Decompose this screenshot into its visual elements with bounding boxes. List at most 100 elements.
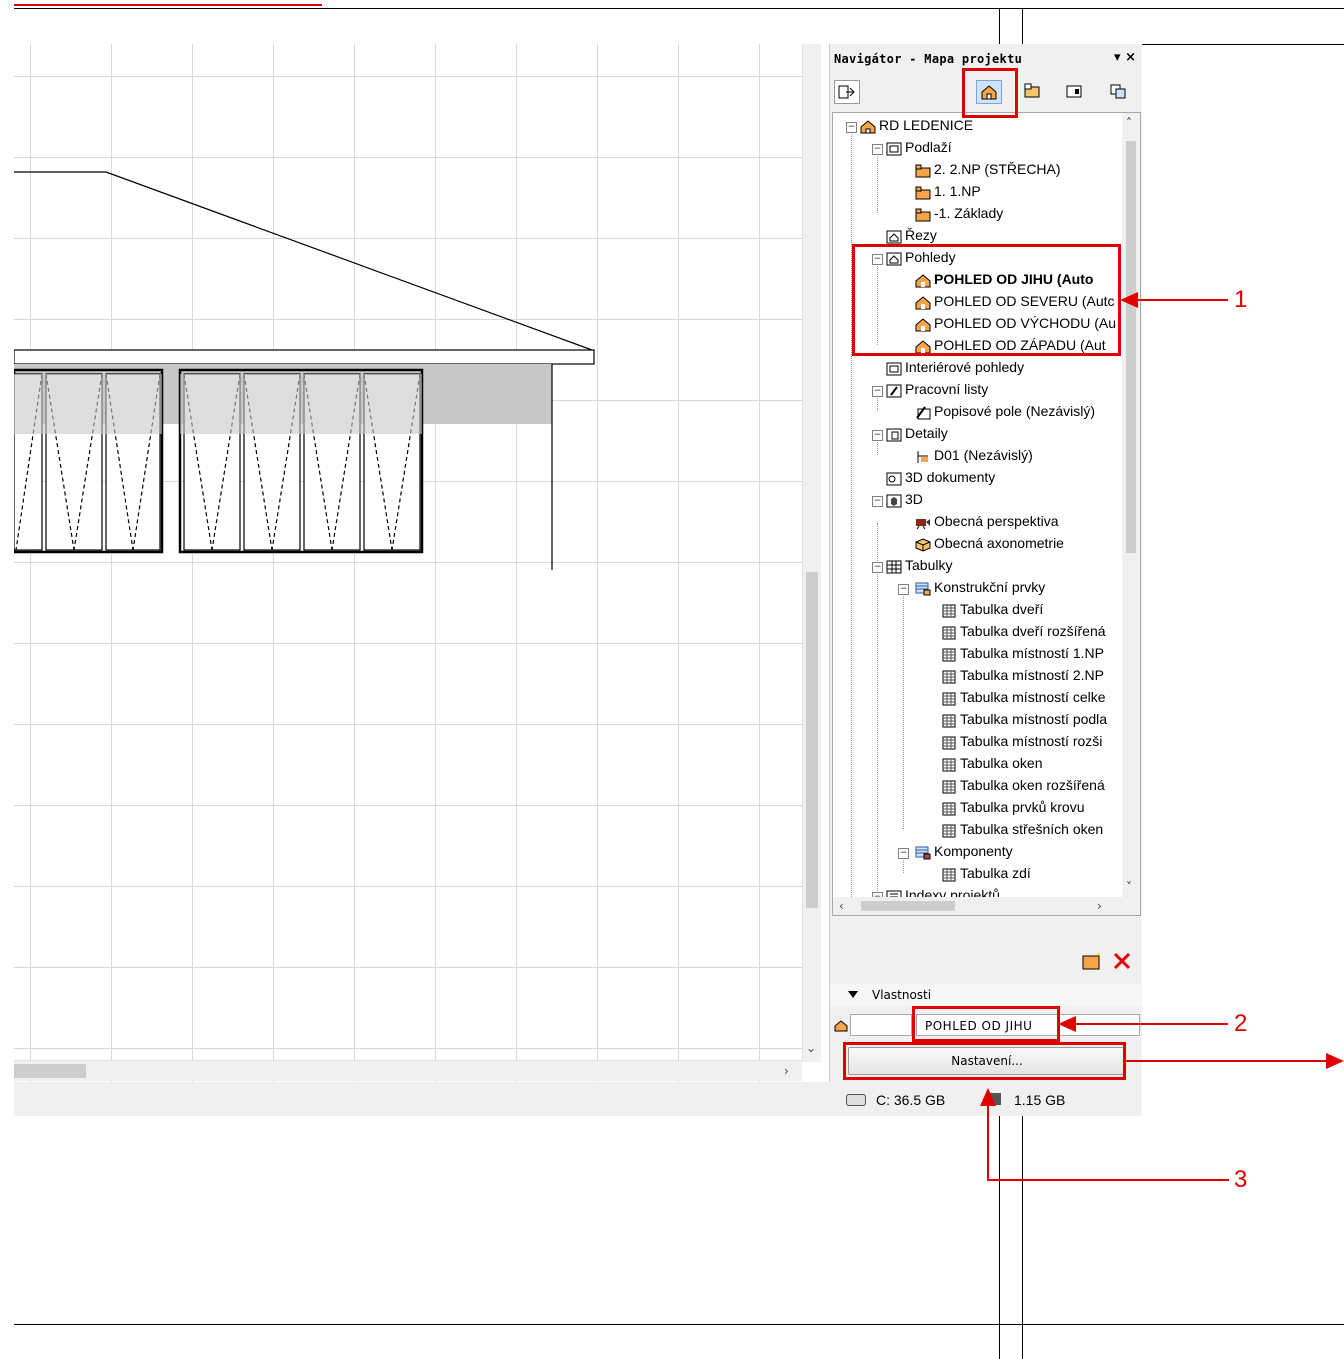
tree-node-konstrukcni-prvky[interactable]: Konstrukční prvky bbox=[915, 575, 1045, 597]
page-frame-vertical-line-4 bbox=[1022, 1116, 1023, 1359]
tree-node-schedule[interactable]: Tabulka zdí bbox=[941, 861, 1031, 883]
table-icon bbox=[941, 712, 957, 728]
table-icon bbox=[941, 756, 957, 772]
table-icon bbox=[941, 646, 957, 662]
worksheet-icon bbox=[886, 382, 902, 398]
tree-horizontal-scroll-thumb[interactable] bbox=[861, 901, 955, 911]
navigator-title: Navigátor - Mapa projektu bbox=[834, 52, 1023, 66]
tree-node-schedule[interactable]: Tabulka místností rozši bbox=[941, 729, 1102, 751]
scroll-left-arrow-icon[interactable]: ‹ bbox=[839, 900, 844, 912]
canvas-horizontal-scrollbar[interactable]: › bbox=[14, 1060, 802, 1081]
highlight-name-field bbox=[912, 1006, 1060, 1042]
properties-header[interactable]: Vlastnosti bbox=[830, 984, 1142, 1006]
tree-node-story[interactable]: 1. 1.NP bbox=[915, 179, 981, 201]
callout-arrowhead-2 bbox=[1058, 1016, 1076, 1032]
canvas-horizontal-scroll-thumb[interactable] bbox=[14, 1064, 86, 1078]
window-top-edge bbox=[1142, 44, 1344, 45]
tree-node-schedule[interactable]: Tabulka oken bbox=[941, 751, 1043, 773]
tree-node-3d-dokumenty[interactable]: 3D dokumenty bbox=[886, 465, 995, 487]
story-icon bbox=[915, 162, 931, 178]
table-icon bbox=[941, 602, 957, 618]
tree-node-3d-view[interactable]: Obecná perspektiva bbox=[915, 509, 1059, 531]
tree-node-schedule[interactable]: Tabulka dveří bbox=[941, 597, 1043, 619]
disk-icon bbox=[846, 1094, 866, 1106]
tree-vertical-scrollbar[interactable]: ˄ ˅ bbox=[1122, 113, 1140, 899]
collapse-triangle-icon bbox=[848, 991, 858, 998]
tree-node-schedule[interactable]: Tabulka dveří rozšířená bbox=[941, 619, 1106, 641]
id-field[interactable] bbox=[850, 1014, 912, 1036]
table-icon bbox=[941, 668, 957, 684]
delete-icon[interactable] bbox=[1110, 950, 1134, 972]
layout-book-icon[interactable] bbox=[1062, 80, 1086, 102]
tree-node-podlazi[interactable]: Podlaží bbox=[886, 135, 952, 157]
navigator-popup-icon[interactable] bbox=[834, 80, 860, 104]
tree-node-worksheet[interactable]: Popisové pole (Nezávislý) bbox=[915, 399, 1095, 421]
tree-node-tabulky[interactable]: Tabulky bbox=[886, 553, 952, 575]
tree-node-schedule[interactable]: Tabulka místností 1.NP bbox=[941, 641, 1104, 663]
tree-node-project-root[interactable]: RD LEDENICE bbox=[860, 113, 973, 135]
properties-label: Vlastnosti bbox=[872, 988, 932, 1002]
panel-menu-close-icons[interactable]: ▾ × bbox=[1114, 50, 1136, 65]
canvas-vertical-scroll-thumb[interactable] bbox=[806, 572, 818, 908]
scroll-down-arrow-icon[interactable]: ˅ bbox=[1126, 881, 1132, 893]
highlight-elevations-list bbox=[852, 244, 1121, 356]
tree-node-story[interactable]: 2. 2.NP (STŘECHA) bbox=[915, 157, 1061, 179]
project-map-tree[interactable]: − RD LEDENICE − Podlaží 2. 2.NP (STŘECHA… bbox=[832, 112, 1141, 916]
table-icon bbox=[941, 778, 957, 794]
tree-node-schedule[interactable]: Tabulka střešních oken bbox=[941, 817, 1103, 839]
elevation-small-icon bbox=[834, 1020, 848, 1036]
scroll-right-arrow-icon[interactable]: › bbox=[1097, 900, 1102, 912]
house-icon bbox=[860, 118, 876, 134]
scroll-right-arrow-icon[interactable]: › bbox=[784, 1065, 789, 1077]
tree-node-pracovni-listy[interactable]: Pracovní listy bbox=[886, 377, 988, 399]
navigator-panel: Navigátor - Mapa projektu ▾ × − RD LEDEN… bbox=[829, 44, 1142, 1082]
tree-node-schedule[interactable]: Tabulka oken rozšířená bbox=[941, 773, 1105, 795]
callout-1-label: 1 bbox=[1234, 286, 1248, 313]
3d-document-icon bbox=[886, 470, 902, 486]
elevation-drawing-canvas[interactable] bbox=[14, 44, 820, 1082]
view-map-icon[interactable] bbox=[1020, 80, 1044, 102]
tree-node-detaily[interactable]: Detaily bbox=[886, 421, 948, 443]
stories-icon bbox=[886, 140, 902, 156]
tree-node-3d[interactable]: 3D bbox=[886, 487, 923, 509]
tree-node-3d-view[interactable]: Obecná axonometrie bbox=[915, 531, 1064, 553]
callout-2-label: 2 bbox=[1234, 1010, 1248, 1037]
camera-icon bbox=[915, 514, 931, 530]
tree-node-schedule[interactable]: Tabulka místností 2.NP bbox=[941, 663, 1104, 685]
callout-arrowhead-right bbox=[1326, 1053, 1344, 1069]
canvas-vertical-scrollbar[interactable]: ⌄ bbox=[802, 44, 821, 1062]
tree-node-schedule[interactable]: Tabulka místností celke bbox=[941, 685, 1106, 707]
section-icon bbox=[886, 228, 902, 244]
page-frame-vertical-line-2 bbox=[1022, 8, 1023, 44]
component-schedule-icon bbox=[915, 844, 931, 860]
details-icon bbox=[886, 426, 902, 442]
tree-node-detail[interactable]: D01 (Nezávislý) bbox=[915, 443, 1033, 465]
scroll-down-arrow-icon[interactable]: ⌄ bbox=[806, 1042, 816, 1054]
axonometry-cube-icon bbox=[915, 536, 931, 552]
new-view-icon[interactable] bbox=[1080, 950, 1104, 972]
tree-node-schedule[interactable]: Tabulka prvků krovu bbox=[941, 795, 1085, 817]
table-icon bbox=[941, 690, 957, 706]
tree-vertical-scroll-thumb[interactable] bbox=[1126, 141, 1136, 553]
tree-node-rezy[interactable]: Řezy bbox=[886, 223, 937, 245]
schedule-icon bbox=[886, 558, 902, 574]
3d-folder-icon bbox=[886, 492, 902, 508]
header-underline-fragment bbox=[14, 4, 322, 6]
callout-3-label: 3 bbox=[1234, 1166, 1248, 1193]
page-frame-top-line bbox=[14, 8, 1344, 9]
page-frame-bottom-line bbox=[14, 1324, 1344, 1325]
tree-node-komponenty[interactable]: Komponenty bbox=[915, 839, 1013, 861]
tree-node-story[interactable]: -1. Základy bbox=[915, 201, 1003, 223]
table-icon bbox=[941, 822, 957, 838]
memory-usage-text: 1.15 GB bbox=[1014, 1092, 1066, 1108]
highlight-project-map-button bbox=[962, 68, 1018, 118]
scroll-up-arrow-icon[interactable]: ˄ bbox=[1126, 117, 1132, 129]
element-schedule-icon bbox=[915, 580, 931, 596]
elevation-drawing bbox=[14, 171, 595, 570]
publisher-sets-icon[interactable] bbox=[1106, 80, 1130, 102]
tree-node-schedule[interactable]: Tabulka místností podla bbox=[941, 707, 1107, 729]
detail-icon bbox=[915, 448, 931, 464]
tree-horizontal-scrollbar[interactable]: ‹ › bbox=[833, 897, 1140, 915]
page-frame-vertical-line-3 bbox=[999, 1116, 1000, 1359]
tree-node-interierove[interactable]: Interiérové pohledy bbox=[886, 355, 1024, 377]
